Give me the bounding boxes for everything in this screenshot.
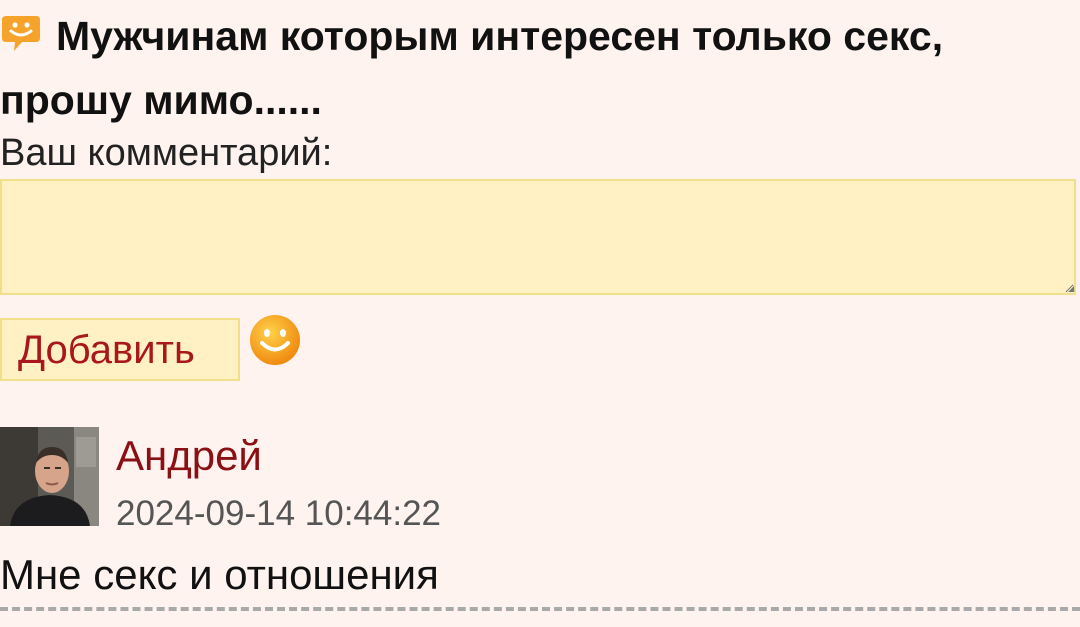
post-title-text: Мужчинам которым интересен только секс, … [0,13,944,123]
smiley-face-icon[interactable] [248,313,302,367]
comment-input[interactable] [0,179,1076,295]
speech-bubble-smile-icon [0,8,42,51]
comment-label: Ваш комментарий: [0,132,333,174]
user-avatar-photo[interactable] [0,427,99,526]
comment-timestamp: 2024-09-14 10:44:22 [116,494,441,533]
comment-divider [0,607,1080,611]
post-title: Мужчинам которым интересен только секс, … [0,4,1070,132]
textarea-resize-handle[interactable]: ◢ [1068,285,1074,293]
comment-text: Мне секс и отношения [0,551,439,598]
comment-author-link[interactable]: Андрей [116,430,262,482]
add-comment-button[interactable]: Добавить [0,318,240,381]
